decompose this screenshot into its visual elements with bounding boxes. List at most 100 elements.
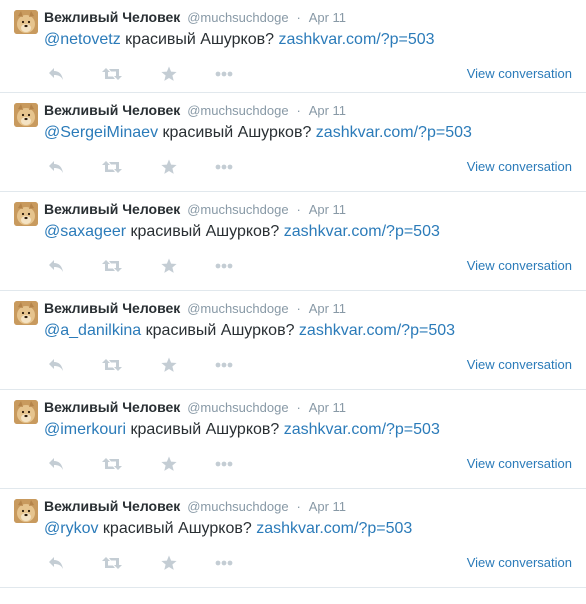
author-name[interactable]: Вежливый Человек xyxy=(44,9,180,25)
tweet-item[interactable]: Вежливый Человек @muchsuchdoge · Apr 11 … xyxy=(0,489,586,588)
reply-icon[interactable] xyxy=(44,62,68,86)
doge-avatar-icon xyxy=(14,103,38,127)
tweet-item[interactable]: Вежливый Человек @muchsuchdoge · Apr 11 … xyxy=(0,93,586,192)
url-link[interactable]: zashkvar.com/?p=503 xyxy=(256,520,412,537)
url-link[interactable]: zashkvar.com/?p=503 xyxy=(278,31,434,48)
tweet-header: Вежливый Человек @muchsuchdoge · Apr 11 xyxy=(44,398,346,417)
view-conversation-link[interactable]: View conversation xyxy=(467,159,572,174)
mention-link[interactable]: @rykov xyxy=(44,520,98,537)
author-name[interactable]: Вежливый Человек xyxy=(44,201,180,217)
view-conversation-link[interactable]: View conversation xyxy=(467,258,572,273)
tweet-timeline: Вежливый Человек @muchsuchdoge · Apr 11 … xyxy=(0,0,586,588)
separator: · xyxy=(296,10,301,25)
separator: · xyxy=(296,301,301,316)
timestamp[interactable]: Apr 11 xyxy=(309,10,346,25)
tweet-header: Вежливый Человек @muchsuchdoge · Apr 11 xyxy=(44,8,346,27)
doge-avatar-icon xyxy=(14,400,38,424)
doge-avatar-icon xyxy=(14,301,38,325)
tweet-text: @imerkouri красивый Ашурков? zashkvar.co… xyxy=(44,420,440,440)
tweet-text: @SergeiMinaev красивый Ашурков? zashkvar… xyxy=(44,123,472,143)
view-conversation-link[interactable]: View conversation xyxy=(467,555,572,570)
author-handle[interactable]: @muchsuchdoge xyxy=(187,499,288,514)
more-icon[interactable] xyxy=(212,254,236,278)
reply-icon[interactable] xyxy=(44,353,68,377)
url-link[interactable]: zashkvar.com/?p=503 xyxy=(316,124,472,141)
retweet-icon[interactable] xyxy=(100,254,124,278)
reply-icon[interactable] xyxy=(44,551,68,575)
reply-icon[interactable] xyxy=(44,155,68,179)
author-handle[interactable]: @muchsuchdoge xyxy=(187,103,288,118)
author-handle[interactable]: @muchsuchdoge xyxy=(187,301,288,316)
retweet-icon[interactable] xyxy=(100,62,124,86)
more-icon[interactable] xyxy=(212,452,236,476)
mention-link[interactable]: @imerkouri xyxy=(44,421,126,438)
retweet-icon[interactable] xyxy=(100,155,124,179)
tweet-header: Вежливый Человек @muchsuchdoge · Apr 11 xyxy=(44,200,346,219)
favorite-icon[interactable] xyxy=(157,155,181,179)
tweet-actions xyxy=(44,254,244,278)
favorite-icon[interactable] xyxy=(157,254,181,278)
url-link[interactable]: zashkvar.com/?p=503 xyxy=(284,421,440,438)
tweet-text: @netovetz красивый Ашурков? zashkvar.com… xyxy=(44,30,435,50)
avatar[interactable] xyxy=(14,202,38,226)
tweet-item[interactable]: Вежливый Человек @muchsuchdoge · Apr 11 … xyxy=(0,0,586,93)
doge-avatar-icon xyxy=(14,202,38,226)
retweet-icon[interactable] xyxy=(100,551,124,575)
author-handle[interactable]: @muchsuchdoge xyxy=(187,202,288,217)
avatar[interactable] xyxy=(14,499,38,523)
separator: · xyxy=(296,499,301,514)
retweet-icon[interactable] xyxy=(100,452,124,476)
favorite-icon[interactable] xyxy=(157,551,181,575)
tweet-header: Вежливый Человек @muchsuchdoge · Apr 11 xyxy=(44,299,346,318)
tweet-body: красивый Ашурков? xyxy=(141,322,299,339)
tweet-actions xyxy=(44,452,244,476)
reply-icon[interactable] xyxy=(44,452,68,476)
url-link[interactable]: zashkvar.com/?p=503 xyxy=(299,322,455,339)
view-conversation-link[interactable]: View conversation xyxy=(467,357,572,372)
separator: · xyxy=(296,202,301,217)
more-icon[interactable] xyxy=(212,551,236,575)
timestamp[interactable]: Apr 11 xyxy=(309,103,346,118)
mention-link[interactable]: @netovetz xyxy=(44,31,121,48)
author-name[interactable]: Вежливый Человек xyxy=(44,399,180,415)
tweet-body: красивый Ашурков? xyxy=(98,520,257,537)
reply-icon[interactable] xyxy=(44,254,68,278)
avatar[interactable] xyxy=(14,301,38,325)
timestamp[interactable]: Apr 11 xyxy=(309,499,346,514)
separator: · xyxy=(296,400,301,415)
doge-avatar-icon xyxy=(14,499,38,523)
author-handle[interactable]: @muchsuchdoge xyxy=(187,400,288,415)
favorite-icon[interactable] xyxy=(157,62,181,86)
avatar[interactable] xyxy=(14,400,38,424)
timestamp[interactable]: Apr 11 xyxy=(309,400,346,415)
tweet-actions xyxy=(44,551,244,575)
view-conversation-link[interactable]: View conversation xyxy=(467,66,572,81)
tweet-item[interactable]: Вежливый Человек @muchsuchdoge · Apr 11 … xyxy=(0,390,586,489)
separator: · xyxy=(296,103,301,118)
tweet-item[interactable]: Вежливый Человек @muchsuchdoge · Apr 11 … xyxy=(0,192,586,291)
more-icon[interactable] xyxy=(212,155,236,179)
more-icon[interactable] xyxy=(212,353,236,377)
retweet-icon[interactable] xyxy=(100,353,124,377)
mention-link[interactable]: @saxageer xyxy=(44,223,126,240)
author-name[interactable]: Вежливый Человек xyxy=(44,300,180,316)
author-handle[interactable]: @muchsuchdoge xyxy=(187,10,288,25)
tweet-actions xyxy=(44,62,244,86)
timestamp[interactable]: Apr 11 xyxy=(309,301,346,316)
author-name[interactable]: Вежливый Человек xyxy=(44,498,180,514)
author-name[interactable]: Вежливый Человек xyxy=(44,102,180,118)
favorite-icon[interactable] xyxy=(157,452,181,476)
doge-avatar-icon xyxy=(14,10,38,34)
favorite-icon[interactable] xyxy=(157,353,181,377)
view-conversation-link[interactable]: View conversation xyxy=(467,456,572,471)
url-link[interactable]: zashkvar.com/?p=503 xyxy=(284,223,440,240)
timestamp[interactable]: Apr 11 xyxy=(309,202,346,217)
tweet-item[interactable]: Вежливый Человек @muchsuchdoge · Apr 11 … xyxy=(0,291,586,390)
mention-link[interactable]: @SergeiMinaev xyxy=(44,124,158,141)
mention-link[interactable]: @a_danilkina xyxy=(44,322,141,339)
avatar[interactable] xyxy=(14,10,38,34)
tweet-header: Вежливый Человек @muchsuchdoge · Apr 11 xyxy=(44,101,346,120)
more-icon[interactable] xyxy=(212,62,236,86)
avatar[interactable] xyxy=(14,103,38,127)
tweet-text: @rykov красивый Ашурков? zashkvar.com/?p… xyxy=(44,519,412,539)
